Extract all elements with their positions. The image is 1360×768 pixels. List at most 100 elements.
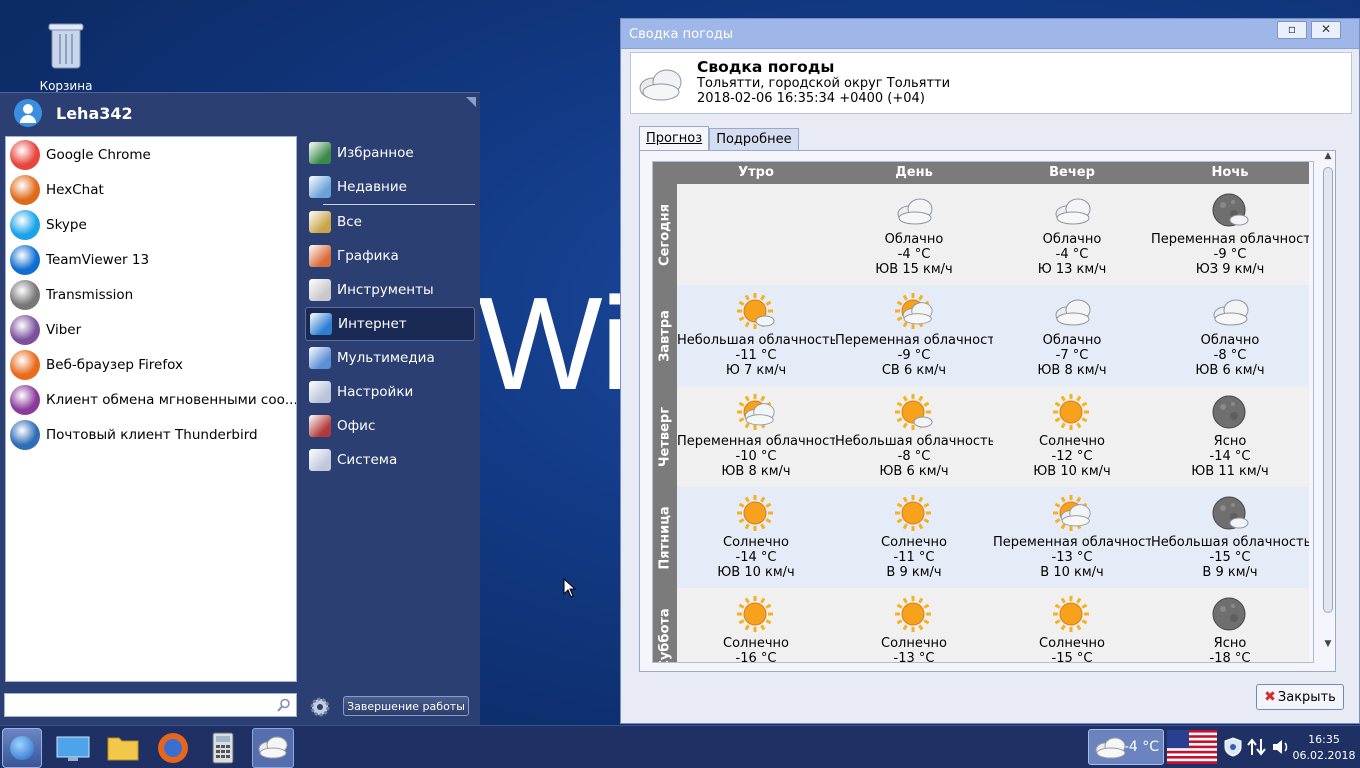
category-item[interactable]: Мультимедиа: [305, 341, 475, 375]
favorite-app-item[interactable]: HexChat: [6, 172, 296, 207]
wind-text: ЮЗ 9 км/ч: [1195, 262, 1265, 277]
condition-text: Облачно: [884, 232, 944, 247]
temperature-text: -10 °C: [735, 449, 777, 464]
keyboard-layout-flag-icon[interactable]: [1167, 730, 1217, 764]
temperature-text: -4 °C: [1055, 247, 1089, 262]
user-avatar-icon[interactable]: [14, 99, 42, 127]
day-label-text: Четверг: [657, 406, 673, 467]
category-item[interactable]: Система: [305, 443, 475, 477]
temperature-text: -9 °C: [897, 348, 931, 363]
forecast-cell: Небольшая облачность -8 °C ЮВ 6 км/ч: [835, 386, 993, 487]
tray-weather[interactable]: -4 °C: [1088, 729, 1164, 765]
firefox-icon: [10, 349, 40, 380]
tray-cloud-icon: [1095, 737, 1126, 759]
desktop-trash[interactable]: Корзина: [34, 20, 98, 93]
day-label: Пятница: [653, 487, 677, 588]
shutdown-button[interactable]: Завершение работы: [343, 696, 469, 716]
trash-icon: [48, 23, 84, 69]
wind-text: ЮВ 6 км/ч: [879, 464, 949, 479]
viber-icon: [10, 314, 40, 345]
condition-text: Солнечно: [881, 636, 947, 651]
condition-text: Ясно: [1213, 434, 1247, 449]
category-label: Графика: [337, 248, 399, 264]
favorite-app-item[interactable]: Skype: [6, 207, 296, 242]
forecast-cell: Переменная облачность -9 °C ЮЗ 9 км/ч: [1151, 184, 1309, 285]
weather-task-button[interactable]: [252, 728, 294, 768]
favorite-app-item[interactable]: Transmission: [6, 277, 296, 312]
forecast-cell: Облачно -7 °C ЮВ 8 км/ч: [993, 285, 1151, 386]
file-manager-icon[interactable]: [104, 730, 142, 766]
forecast-cell: [677, 184, 835, 285]
transmission-icon: [10, 279, 40, 310]
wind-text: ЮВ 8 км/ч: [721, 464, 791, 479]
show-desktop-icon[interactable]: [54, 730, 92, 766]
forecast-scrollbar[interactable]: ▲ ▼: [1321, 151, 1335, 653]
forecast-cell: Ясно -14 °C ЮВ 11 км/ч: [1151, 386, 1309, 487]
day-label: Завтра: [653, 285, 677, 386]
day-label-text: Завтра: [657, 309, 673, 362]
moon-cloud-icon: [1212, 496, 1249, 530]
column-header: Вечер: [1049, 165, 1095, 180]
cloudy-icon: [639, 69, 682, 101]
category-item[interactable]: Все: [305, 205, 475, 239]
temperature-text: -4 °C: [897, 247, 931, 262]
tab-forecast[interactable]: Прогноз: [639, 126, 710, 150]
mouse-cursor-icon: [563, 578, 577, 598]
network-arrows-icon[interactable]: [1246, 736, 1268, 758]
volume-icon[interactable]: [1270, 736, 1292, 758]
scroll-down-icon[interactable]: ▼: [1321, 639, 1335, 653]
category-label: Мультимедиа: [337, 350, 435, 366]
category-item[interactable]: Офис: [305, 409, 475, 443]
favorite-app-item[interactable]: Почтовый клиент Thunderbird: [6, 417, 296, 452]
session-gear-icon[interactable]: [308, 695, 332, 719]
clock[interactable]: 16:35 06.02.2018: [1290, 732, 1358, 764]
wind-text: ЮВ 10 км/ч: [717, 565, 795, 580]
favorite-app-item[interactable]: TeamViewer 13: [6, 242, 296, 277]
category-item[interactable]: Избранное: [305, 136, 475, 170]
sun-cloud-icon: [1053, 495, 1091, 531]
temperature-text: -15 °C: [1051, 651, 1093, 663]
day-label: Суббота: [653, 588, 677, 662]
condition-text: Переменная облачность: [1151, 232, 1309, 247]
condition-text: Солнечно: [723, 535, 789, 550]
column-header: День: [895, 165, 933, 180]
cloudy-icon: [1055, 299, 1091, 326]
favorite-app-item[interactable]: Google Chrome: [6, 137, 296, 172]
temperature-text: -11 °C: [735, 348, 777, 363]
maximize-button[interactable]: ▫: [1277, 21, 1307, 39]
condition-text: Небольшая облачность: [835, 434, 993, 449]
menu-resize-corner-icon[interactable]: [466, 97, 476, 107]
close-button[interactable]: ✖ Закрыть: [1256, 684, 1344, 710]
calculator-icon[interactable]: [204, 730, 242, 766]
search-input[interactable]: [5, 694, 265, 716]
window-title[interactable]: Сводка погоды: [621, 19, 1359, 49]
category-item[interactable]: Настройки: [305, 375, 475, 409]
header-title: Сводка погоды: [697, 58, 835, 76]
forecast-row: Сегодня Облачно -4 °C ЮВ 15 км/ч Облачно -4 °…: [653, 184, 1309, 285]
favorite-app-item[interactable]: Веб-браузер Firefox: [6, 347, 296, 382]
start-button[interactable]: [2, 728, 42, 768]
search-icon[interactable]: [277, 698, 291, 712]
wind-text: СВ 6 км/ч: [881, 363, 947, 378]
temperature-text: -8 °C: [897, 449, 931, 464]
scroll-up-icon[interactable]: ▲: [1321, 151, 1335, 165]
category-item[interactable]: Инструменты: [305, 273, 475, 307]
category-item[interactable]: Графика: [305, 239, 475, 273]
category-label: Инструменты: [337, 282, 434, 298]
sun-icon: [895, 596, 931, 632]
window-close-button[interactable]: ✕: [1311, 21, 1341, 39]
chrome-icon: [10, 139, 40, 170]
firefox-icon[interactable]: [154, 730, 192, 766]
forecast-grid: Утро День Вечер Ночь Сегодня Облачно -4 °C ЮВ …: [652, 161, 1314, 663]
internet-icon: [310, 313, 332, 335]
favorite-app-item[interactable]: Viber: [6, 312, 296, 347]
search-box[interactable]: [4, 693, 297, 717]
forecast-cell: Переменная облачность -10 °C ЮВ 8 км/ч: [677, 386, 835, 487]
category-item[interactable]: Интернет: [305, 307, 475, 341]
security-shield-icon[interactable]: [1222, 736, 1244, 758]
favorite-app-item[interactable]: Клиент обмена мгновенными соо...: [6, 382, 296, 417]
tab-details[interactable]: Подробнее: [709, 128, 799, 150]
forecast-pane: Утро День Вечер Ночь Сегодня Облачно -4 °C ЮВ …: [639, 150, 1336, 672]
scroll-thumb[interactable]: [1323, 167, 1333, 613]
category-item[interactable]: Недавние: [305, 170, 475, 204]
